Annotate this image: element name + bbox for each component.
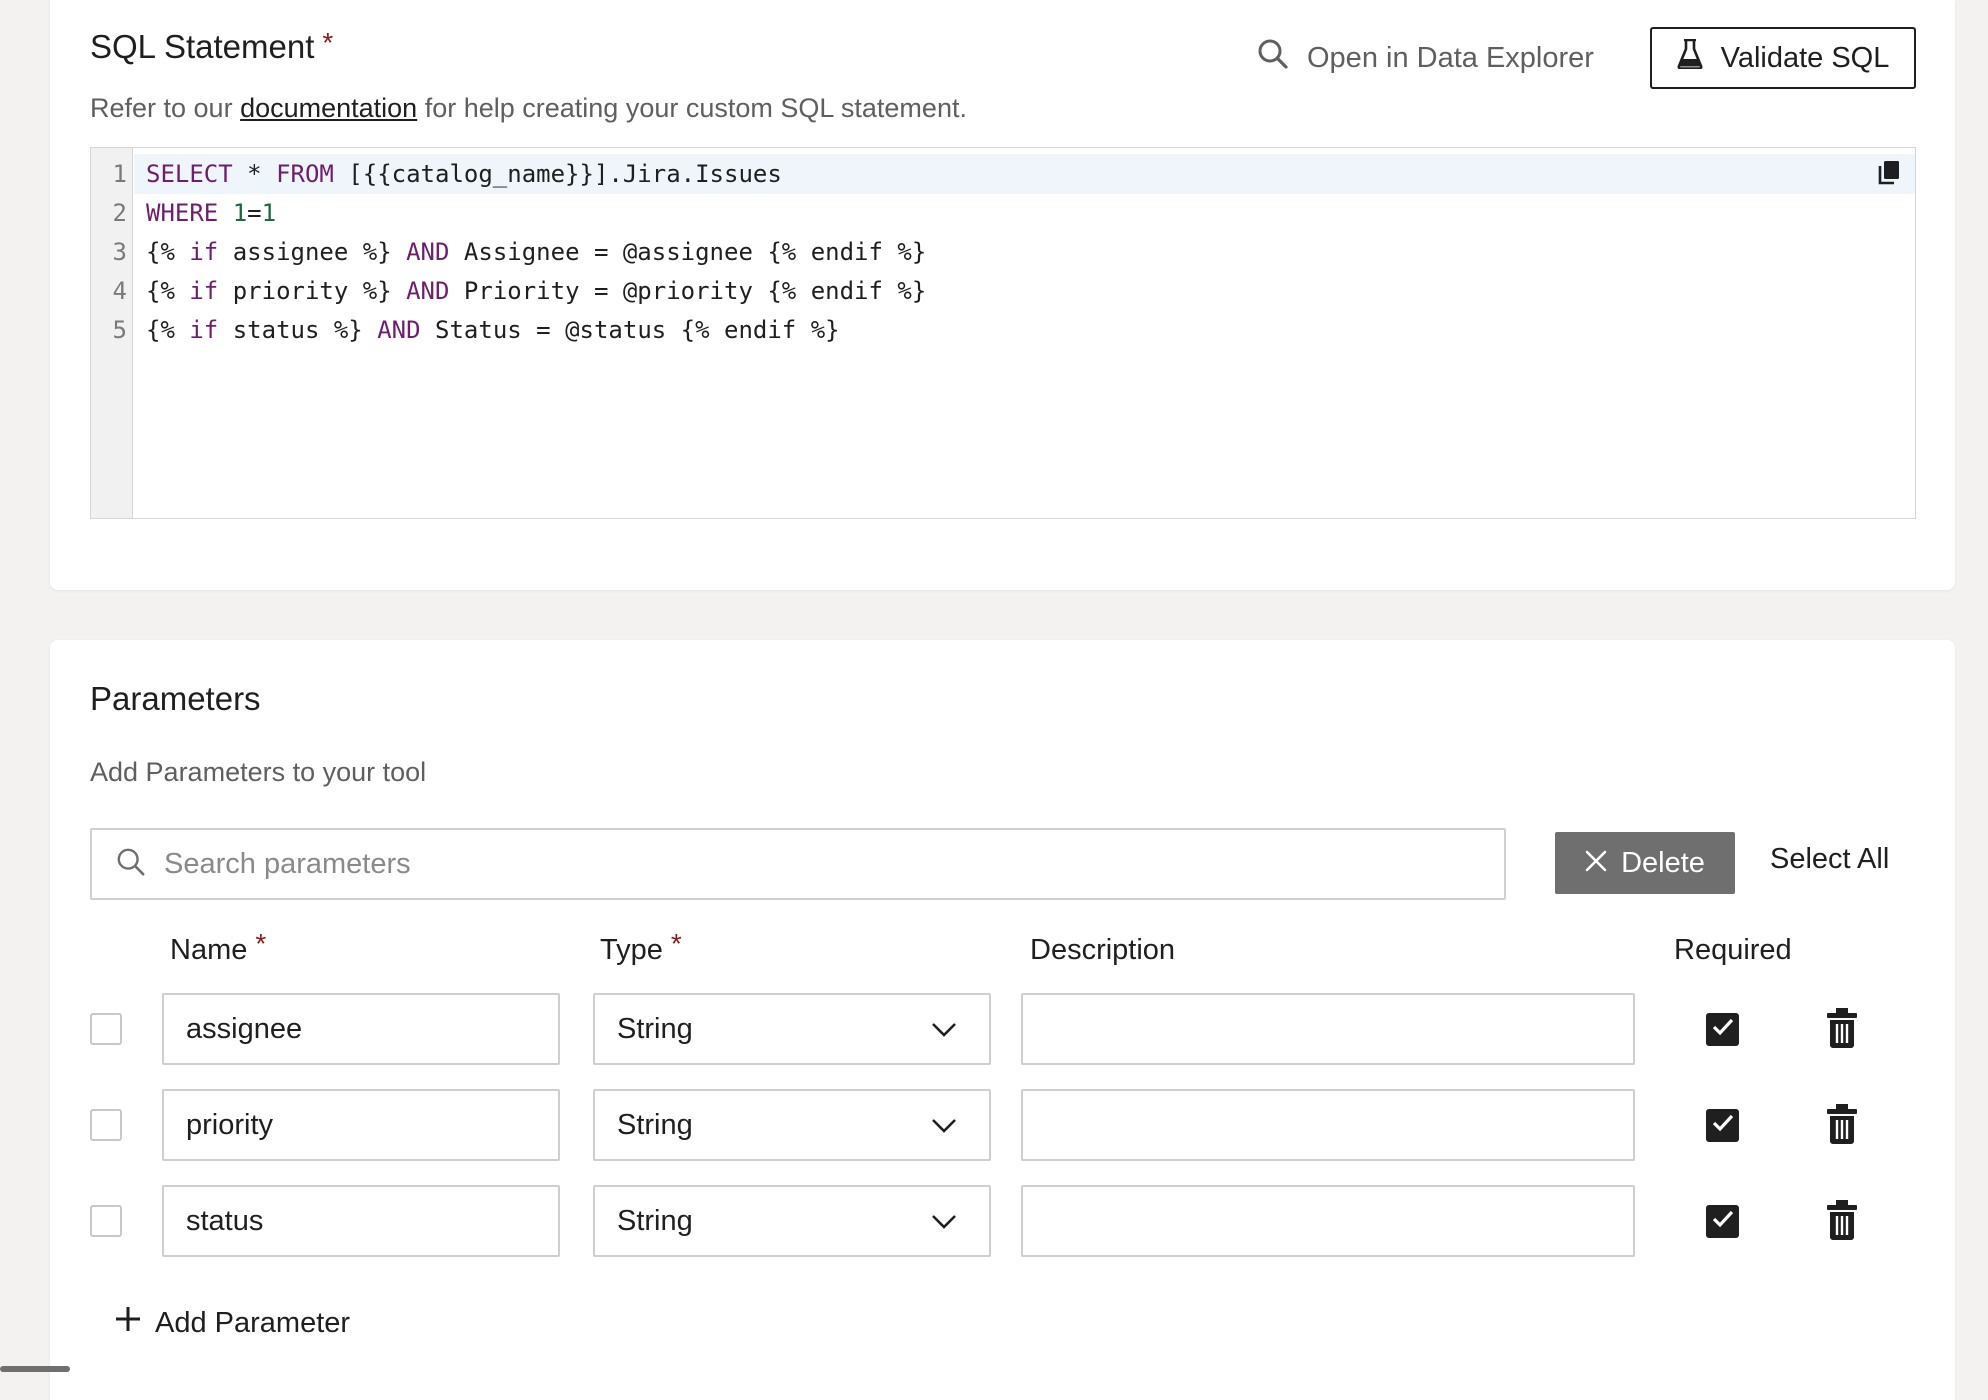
- code-line: {% if assignee %} AND Assignee = @assign…: [146, 238, 927, 266]
- validate-sql-button[interactable]: Validate SQL: [1650, 27, 1916, 89]
- row-select-checkbox[interactable]: [90, 1013, 122, 1045]
- parameter-name-value: priority: [186, 1108, 274, 1141]
- parameter-description-input[interactable]: [1021, 993, 1635, 1065]
- parameter-description-input[interactable]: [1021, 1089, 1635, 1161]
- code-line: {% if priority %} AND Priority = @priori…: [146, 277, 927, 305]
- delete-button[interactable]: Delete: [1555, 832, 1735, 894]
- required-checkbox[interactable]: [1706, 1013, 1739, 1046]
- parameter-type-select[interactable]: String: [593, 1185, 991, 1257]
- trash-icon[interactable]: [1826, 1008, 1858, 1053]
- flask-icon: [1677, 38, 1703, 77]
- parameter-type-value: String: [617, 1108, 693, 1141]
- delete-label: Delete: [1621, 846, 1705, 879]
- code-line: WHERE 1=1: [146, 199, 277, 227]
- trash-icon[interactable]: [1826, 1104, 1858, 1149]
- parameter-name-value: assignee: [186, 1012, 303, 1045]
- select-all-button[interactable]: Select All: [1770, 843, 1889, 876]
- line-number: 4: [112, 277, 127, 305]
- column-header-type-label: Type: [600, 934, 663, 966]
- search-parameters-input[interactable]: [164, 847, 1464, 881]
- chevron-down-icon: [931, 1109, 957, 1142]
- open-in-data-explorer-label: Open in Data Explorer: [1307, 41, 1594, 74]
- column-header-type: Type *: [600, 928, 682, 967]
- code-line: SELECT * FROM [{{catalog_name}}].Jira.Is…: [146, 160, 782, 188]
- parameter-name-input[interactable]: assignee: [162, 993, 560, 1065]
- required-checkbox[interactable]: [1706, 1205, 1739, 1238]
- chevron-down-icon: [931, 1205, 957, 1238]
- parameters-subtitle: Add Parameters to your tool: [90, 757, 427, 787]
- line-number: 2: [112, 199, 127, 227]
- parameter-name-input[interactable]: priority: [162, 1089, 560, 1161]
- column-header-name: Name *: [170, 928, 266, 967]
- search-icon: [116, 847, 146, 882]
- check-icon: [1712, 1114, 1734, 1137]
- required-marker: *: [255, 928, 267, 959]
- parameter-type-select[interactable]: String: [593, 1089, 991, 1161]
- required-marker: *: [670, 928, 682, 959]
- search-icon: [1257, 38, 1289, 78]
- line-number: 3: [112, 238, 127, 266]
- scrollbar-thumb[interactable]: [0, 1366, 70, 1372]
- required-checkbox[interactable]: [1706, 1109, 1739, 1142]
- column-header-name-label: Name: [170, 934, 248, 966]
- close-icon: [1585, 847, 1607, 880]
- copy-icon[interactable]: [1877, 160, 1901, 191]
- subtitle-prefix: Refer to our: [90, 93, 241, 123]
- open-in-data-explorer-button[interactable]: Open in Data Explorer: [1257, 36, 1594, 80]
- sql-statement-title: SQL Statement *: [90, 27, 334, 66]
- column-header-required: Required: [1674, 934, 1792, 966]
- line-number: 1: [112, 160, 127, 188]
- documentation-link[interactable]: documentation: [240, 93, 417, 123]
- trash-icon[interactable]: [1826, 1200, 1858, 1245]
- column-header-description: Description: [1030, 934, 1176, 966]
- search-parameters-box: [90, 828, 1506, 900]
- subtitle-suffix: for help creating your custom SQL statem…: [417, 93, 967, 123]
- row-select-checkbox[interactable]: [90, 1109, 122, 1141]
- parameter-name-input[interactable]: status: [162, 1185, 560, 1257]
- parameter-type-select[interactable]: String: [593, 993, 991, 1065]
- add-parameter-button[interactable]: Add Parameter: [115, 1306, 350, 1340]
- row-select-checkbox[interactable]: [90, 1205, 122, 1237]
- parameter-type-value: String: [617, 1012, 693, 1045]
- code-line: {% if status %} AND Status = @status {% …: [146, 316, 840, 344]
- chevron-down-icon: [931, 1013, 957, 1046]
- parameter-name-value: status: [186, 1204, 264, 1237]
- validate-sql-label: Validate SQL: [1720, 41, 1890, 74]
- parameter-type-value: String: [617, 1204, 693, 1237]
- parameters-title: Parameters: [90, 680, 261, 717]
- sql-statement-subtitle: Refer to our documentation for help crea…: [90, 93, 967, 124]
- sql-statement-card: SQL Statement * Refer to our documentatio…: [50, 0, 1955, 590]
- sql-statement-title-text: SQL Statement: [90, 28, 315, 65]
- parameters-card: Parameters Add Parameters to your tool D…: [50, 640, 1955, 1400]
- line-number: 5: [112, 316, 127, 344]
- plus-icon: [115, 1306, 141, 1340]
- add-parameter-label: Add Parameter: [155, 1306, 351, 1339]
- check-icon: [1712, 1210, 1734, 1233]
- parameter-description-input[interactable]: [1021, 1185, 1635, 1257]
- check-icon: [1712, 1018, 1734, 1041]
- required-marker: *: [322, 27, 334, 58]
- sql-code-editor[interactable]: 1 2 3 4 5 SELECT * FROM [{{catalog_name}…: [90, 147, 1916, 519]
